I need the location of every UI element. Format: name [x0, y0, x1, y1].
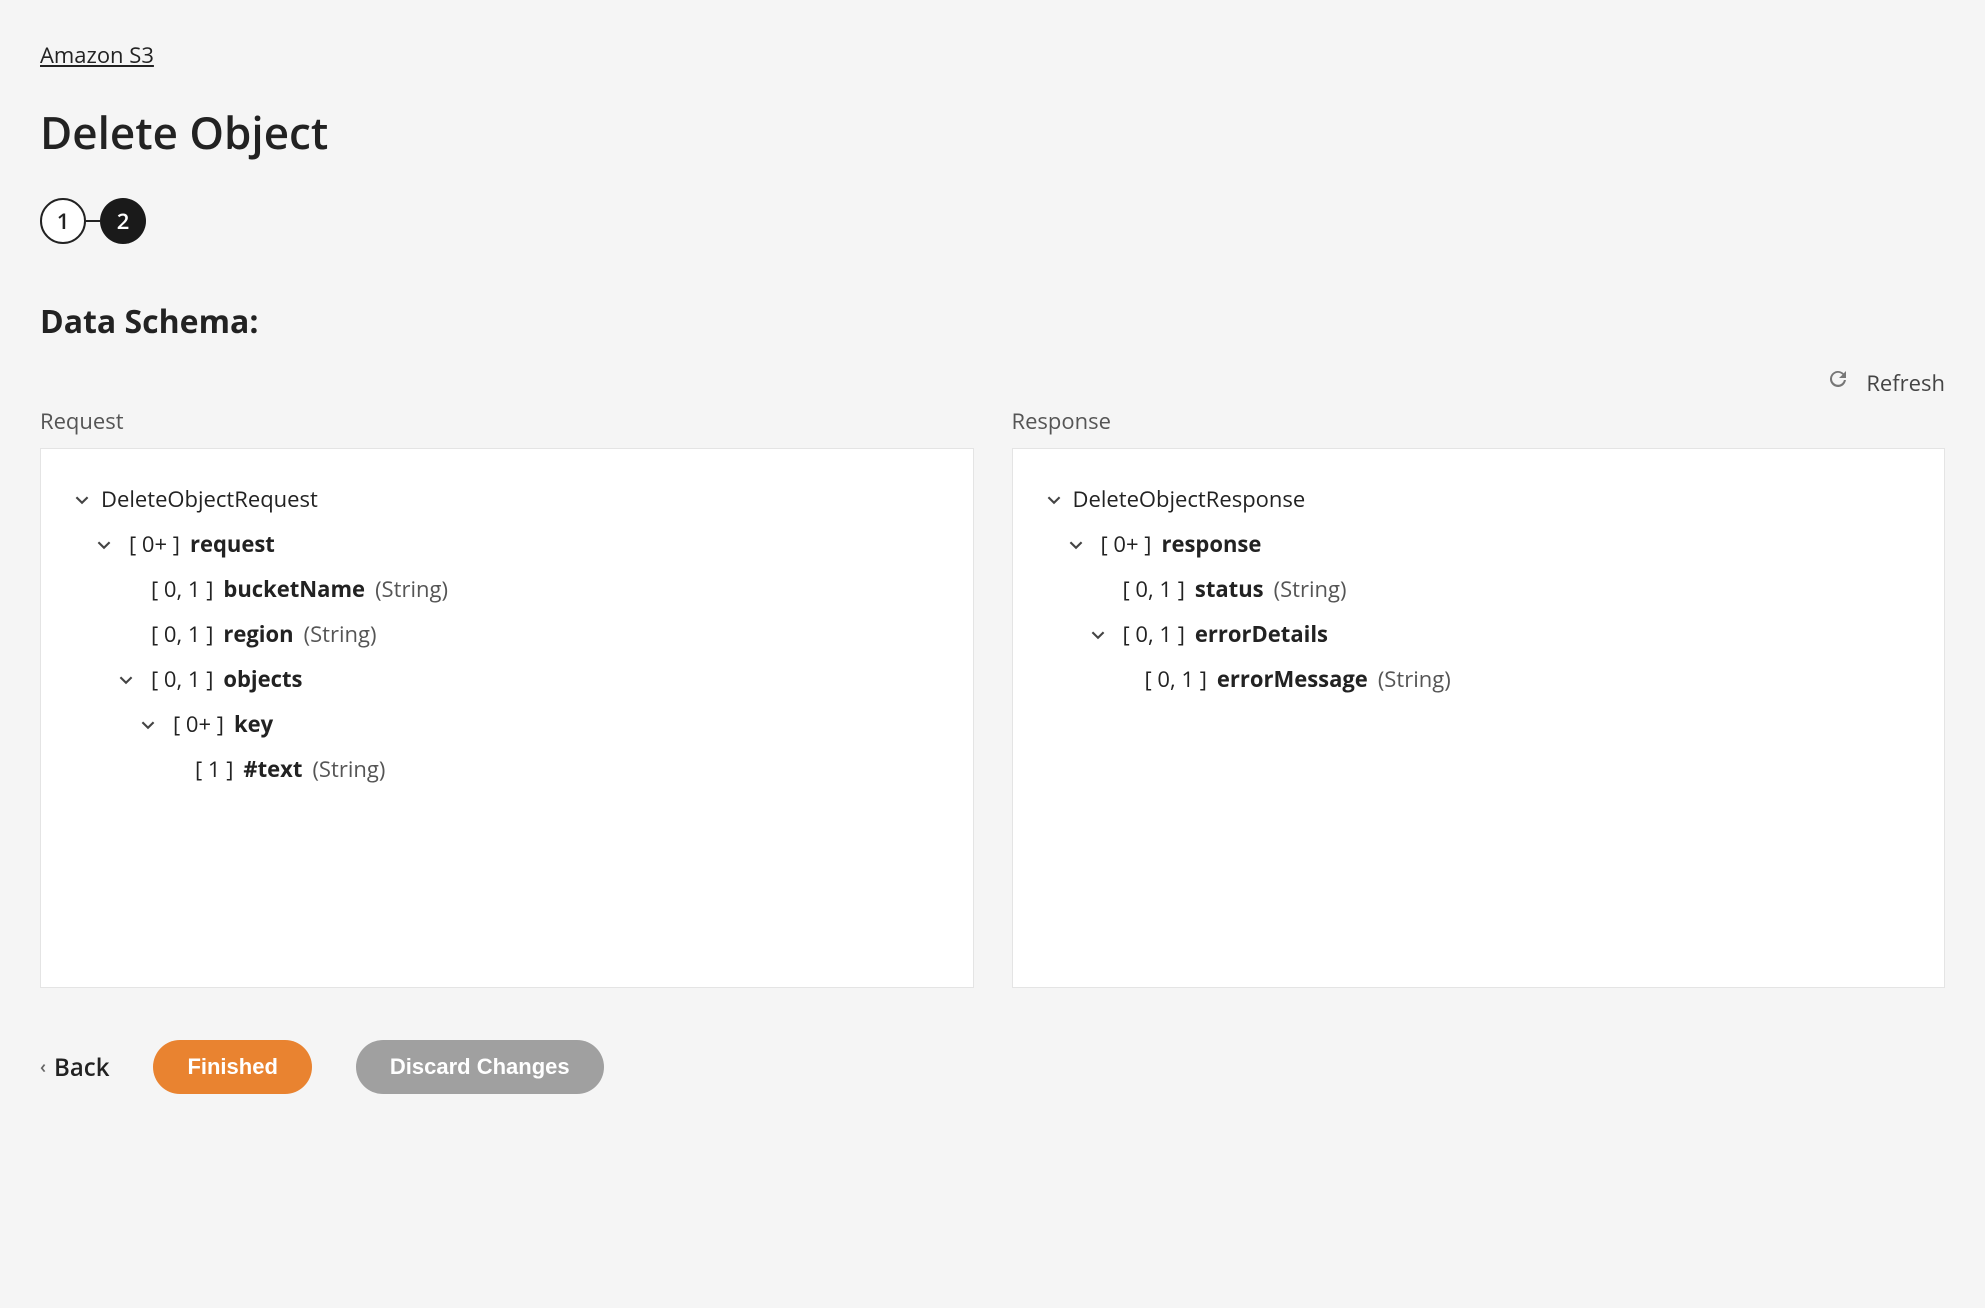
tree-node-name: key	[234, 708, 273, 741]
refresh-label: Refresh	[1866, 368, 1945, 398]
tree-row[interactable]: [ 0, 1 ] region (String)	[73, 612, 941, 657]
chevron-down-icon[interactable]	[1045, 493, 1063, 507]
tree-node-name: response	[1161, 528, 1261, 561]
chevron-down-icon[interactable]	[1067, 538, 1085, 552]
chevron-down-icon[interactable]	[117, 673, 135, 687]
tree-node-name: errorDetails	[1195, 618, 1328, 651]
tree-row[interactable]: [ 0+ ] response	[1045, 522, 1913, 567]
cardinality: [ 0+ ]	[129, 528, 180, 561]
cardinality: [ 0, 1 ]	[151, 618, 213, 651]
tree-row[interactable]: [ 0, 1 ] objects	[73, 657, 941, 702]
cardinality: [ 0, 1 ]	[151, 573, 213, 606]
chevron-down-icon[interactable]	[1089, 628, 1107, 642]
response-column: Response DeleteObjectResponse [ 0+ ] res…	[1012, 406, 1946, 988]
cardinality: [ 1 ]	[195, 753, 233, 786]
tree-node-name: status	[1195, 573, 1264, 606]
step-1[interactable]: 1	[40, 198, 86, 244]
back-button[interactable]: ‹ Back	[40, 1051, 109, 1084]
footer: ‹ Back Finished Discard Changes	[40, 1040, 1945, 1094]
tree-row[interactable]: [ 1 ] #text (String)	[73, 747, 941, 792]
chevron-down-icon[interactable]	[73, 493, 91, 507]
discard-button[interactable]: Discard Changes	[356, 1040, 604, 1094]
section-title: Data Schema:	[40, 300, 1945, 343]
request-panel: DeleteObjectRequest [ 0+ ] request [ 0, …	[40, 448, 974, 988]
cardinality: [ 0, 1 ]	[151, 663, 213, 696]
response-label: Response	[1012, 406, 1946, 436]
chevron-left-icon: ‹	[40, 1055, 46, 1079]
finished-button[interactable]: Finished	[153, 1040, 311, 1094]
tree-node-name: objects	[223, 663, 302, 696]
tree-node-name: #text	[243, 753, 302, 786]
tree-row-root[interactable]: DeleteObjectResponse	[1045, 477, 1913, 522]
request-column: Request DeleteObjectRequest [ 0+ ] reque…	[40, 406, 974, 988]
cardinality: [ 0, 1 ]	[1123, 618, 1185, 651]
cardinality: [ 0+ ]	[1101, 528, 1152, 561]
step-connector	[86, 220, 100, 222]
tree-node-name: DeleteObjectRequest	[101, 483, 318, 516]
tree-row[interactable]: [ 0, 1 ] bucketName (String)	[73, 567, 941, 612]
tree-node-name: DeleteObjectResponse	[1073, 483, 1306, 516]
request-label: Request	[40, 406, 974, 436]
tree-node-name: request	[190, 528, 275, 561]
tree-row[interactable]: [ 0+ ] request	[73, 522, 941, 567]
tree-row[interactable]: [ 0, 1 ] errorMessage (String)	[1045, 657, 1913, 702]
cardinality: [ 0, 1 ]	[1123, 573, 1185, 606]
cardinality: [ 0, 1 ]	[1145, 663, 1207, 696]
refresh-icon	[1826, 367, 1850, 398]
type-note: (String)	[375, 573, 448, 606]
step-2[interactable]: 2	[100, 198, 146, 244]
tree-row[interactable]: [ 0+ ] key	[73, 702, 941, 747]
type-note: (String)	[312, 753, 385, 786]
tree-node-name: errorMessage	[1217, 663, 1368, 696]
tree-row[interactable]: [ 0, 1 ] errorDetails	[1045, 612, 1913, 657]
type-note: (String)	[304, 618, 377, 651]
cardinality: [ 0+ ]	[173, 708, 224, 741]
chevron-down-icon[interactable]	[139, 718, 157, 732]
stepper: 1 2	[40, 198, 1945, 244]
tree-row-root[interactable]: DeleteObjectRequest	[73, 477, 941, 522]
tree-node-name: bucketName	[223, 573, 365, 606]
response-panel: DeleteObjectResponse [ 0+ ] response [ 0…	[1012, 448, 1946, 988]
tree-node-name: region	[223, 618, 293, 651]
refresh-button[interactable]: Refresh	[1826, 367, 1945, 398]
back-label: Back	[54, 1051, 109, 1084]
type-note: (String)	[1274, 573, 1347, 606]
chevron-down-icon[interactable]	[95, 538, 113, 552]
tree-row[interactable]: [ 0, 1 ] status (String)	[1045, 567, 1913, 612]
type-note: (String)	[1378, 663, 1451, 696]
breadcrumb[interactable]: Amazon S3	[40, 40, 154, 70]
page-title: Delete Object	[40, 102, 1945, 162]
